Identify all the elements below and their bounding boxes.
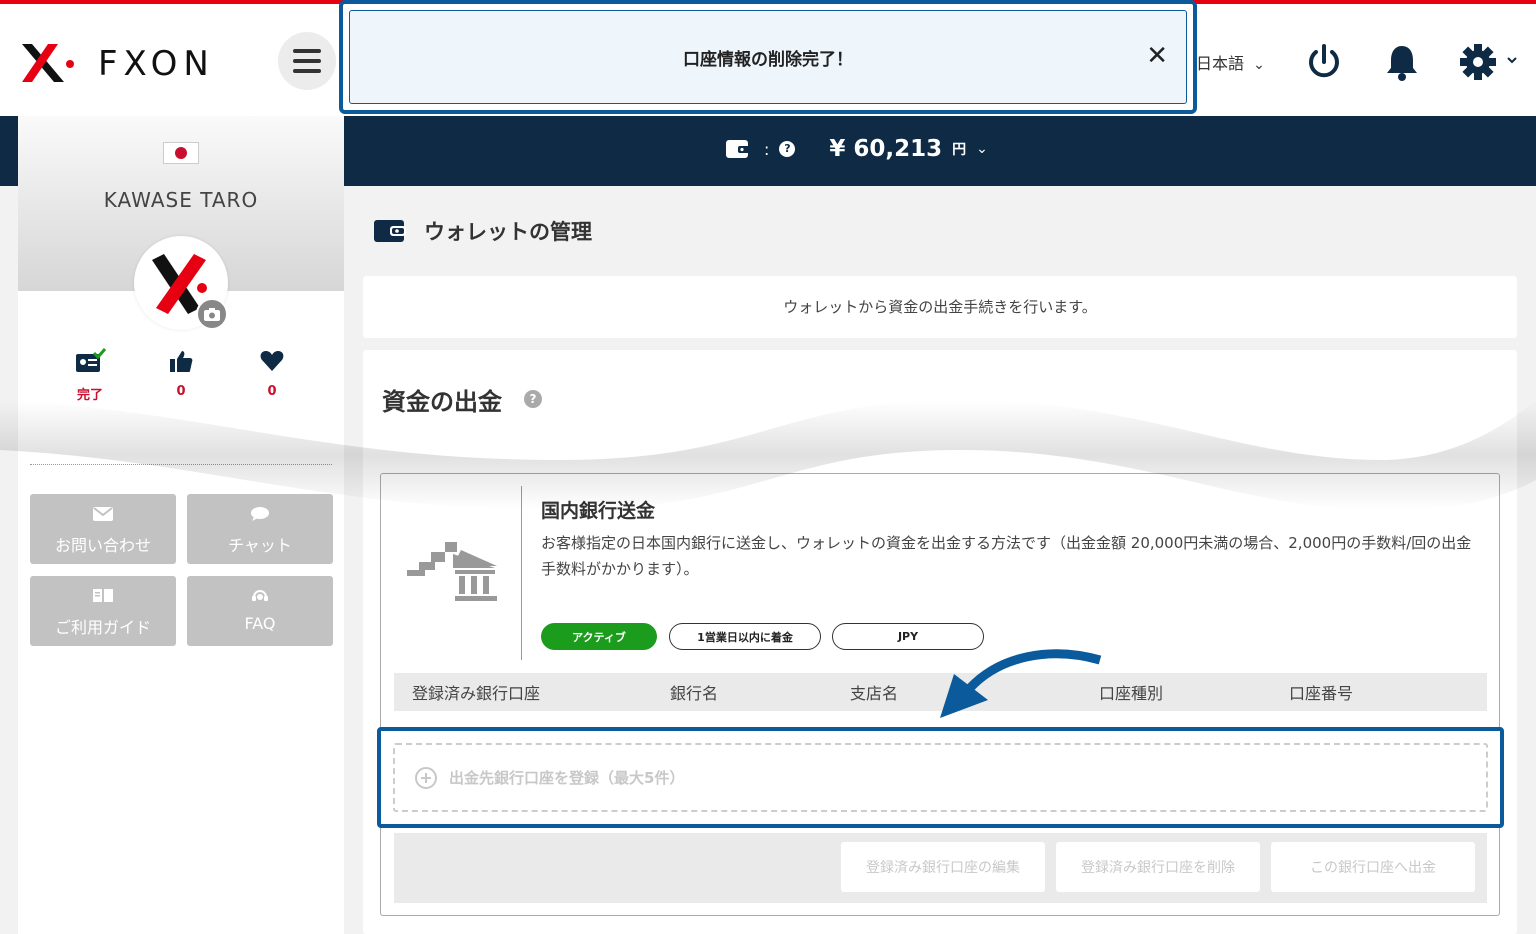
bank-method-title: 国内銀行送金: [541, 500, 656, 522]
id-card-check-icon: [76, 348, 107, 372]
help-icon[interactable]: ?: [524, 390, 542, 408]
wallet-icon: [726, 140, 750, 158]
menu-icon-line: [293, 49, 321, 53]
book-icon: [93, 589, 113, 602]
balance-display[interactable]: : ? ¥ 60,213 円 ⌄: [726, 136, 988, 162]
camera-icon[interactable]: [196, 298, 228, 330]
stat-value: 0: [267, 384, 277, 399]
divider: [521, 486, 522, 660]
support-icon: [252, 590, 268, 601]
delete-account-button[interactable]: 登録済み銀行口座を削除: [1056, 842, 1260, 892]
gear-icon[interactable]: [1456, 40, 1518, 84]
page-title: ウォレットの管理: [424, 220, 592, 244]
balance-unit: 円: [952, 142, 967, 158]
bell-icon[interactable]: [1380, 40, 1424, 84]
column-header: 登録済み銀行口座: [412, 684, 541, 703]
logo-text: FXON: [98, 44, 215, 84]
fxon-logo[interactable]: FXON: [18, 40, 238, 86]
register-label: 出金先銀行口座を登録（最大5件）: [449, 769, 685, 787]
mail-icon: [93, 507, 113, 521]
edit-account-button[interactable]: 登録済み銀行口座の編集: [841, 842, 1045, 892]
bank-method-description: お客様指定の日本国内銀行に送金し、ウォレットの資金を出金する方法です（出金金額 …: [541, 534, 1472, 578]
verification-status[interactable]: 完了: [60, 348, 120, 403]
currency-badge: JPY: [832, 623, 984, 650]
stat-value: 完了: [76, 388, 103, 403]
thumbs-up-icon: [170, 351, 193, 372]
arrival-badge: 1営業日以内に着金: [669, 623, 821, 650]
menu-button[interactable]: [278, 32, 336, 90]
contact-button[interactable]: お問い合わせ: [30, 494, 176, 564]
toast-message: 口座情報の削除完了！: [683, 49, 853, 70]
close-icon[interactable]: ✕: [1146, 41, 1168, 71]
column-header: 銀行名: [670, 684, 719, 703]
language-select[interactable]: 日本語 ⌄: [1196, 50, 1265, 74]
balance-separator: :: [764, 139, 770, 159]
column-header: 支店名: [850, 684, 899, 703]
balance-amount: ¥ 60,213: [829, 136, 943, 162]
plus-circle-icon: [415, 766, 437, 789]
profile-panel: KAWASE TARO 完了 0 0 お問い合わせ チャット ご利用ガイド FA…: [18, 116, 344, 934]
button-label: お問い合わせ: [54, 536, 151, 555]
faq-button[interactable]: FAQ: [187, 576, 333, 646]
bank-icon: [407, 542, 497, 601]
guide-button[interactable]: ご利用ガイド: [30, 576, 176, 646]
register-highlight: 出金先銀行口座を登録（最大5件）: [377, 727, 1504, 828]
success-toast: 口座情報の削除完了！ ✕: [349, 10, 1187, 104]
button-label: FAQ: [244, 614, 276, 633]
power-icon[interactable]: [1302, 40, 1346, 84]
chevron-down-icon: ⌄: [1253, 57, 1265, 73]
divider: [30, 464, 332, 465]
help-icon: ?: [779, 141, 796, 157]
button-label: ご利用ガイド: [54, 618, 151, 637]
toast-highlight: 口座情報の削除完了！ ✕: [339, 0, 1197, 114]
wallet-icon: [374, 220, 406, 242]
status-badge: アクティブ: [541, 623, 657, 650]
fxon-x-icon: [22, 44, 74, 82]
menu-icon-line: [293, 59, 321, 63]
heart-icon: [260, 351, 284, 371]
withdraw-title: 資金の出金: [382, 388, 502, 416]
register-bank-account-button[interactable]: 出金先銀行口座を登録（最大5件）: [393, 743, 1488, 812]
favorites-count[interactable]: 0: [242, 348, 302, 399]
language-label: 日本語: [1196, 54, 1245, 73]
button-label: チャット: [228, 536, 292, 555]
intro-text: ウォレットから資金の出金手続きを行います。: [783, 298, 1097, 316]
stat-value: 0: [176, 384, 186, 399]
callout-arrow-icon: [940, 649, 1102, 718]
japan-flag-icon: [163, 142, 199, 164]
column-header: 口座番号: [1289, 684, 1354, 703]
likes-count[interactable]: 0: [151, 348, 211, 399]
chevron-down-icon: ⌄: [976, 141, 988, 157]
intro-card: ウォレットから資金の出金手続きを行います。: [363, 276, 1517, 338]
menu-icon-line: [293, 69, 321, 73]
user-name: KAWASE TARO: [103, 188, 259, 212]
chat-icon: [251, 507, 269, 521]
withdraw-to-account-button[interactable]: この銀行口座へ出金: [1271, 842, 1475, 892]
chat-button[interactable]: チャット: [187, 494, 333, 564]
